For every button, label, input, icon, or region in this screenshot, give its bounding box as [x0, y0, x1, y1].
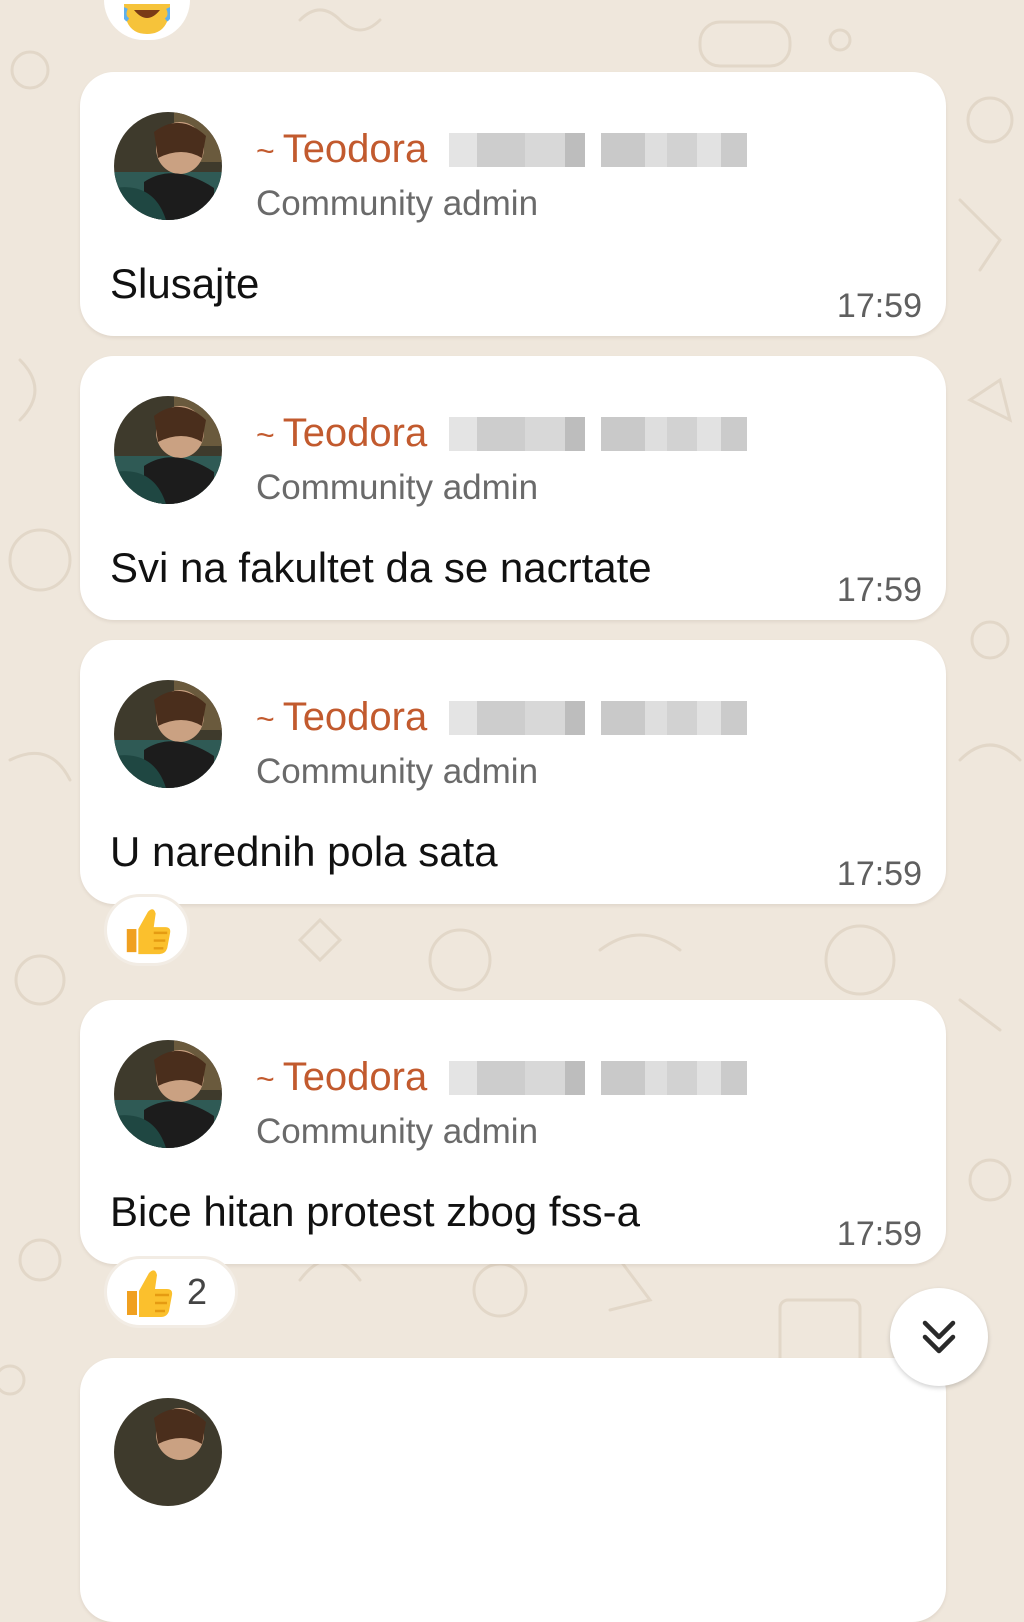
thumbs-up-icon: [126, 909, 171, 955]
message-text: Slusajte: [110, 260, 260, 307]
reaction-badge[interactable]: 2: [104, 1256, 238, 1328]
message-bubble[interactable]: ~ Teodora Community admin Bice hitan prot…: [80, 1000, 946, 1264]
sender-role: Community admin: [256, 752, 539, 791]
reaction-badge[interactable]: [104, 894, 190, 966]
redacted-phone-number: [449, 1061, 748, 1095]
message-time: 17:59: [836, 1215, 922, 1253]
sender-role: Community admin: [256, 1112, 539, 1151]
message-text: U narednih pola sata: [110, 828, 498, 875]
message-bubble[interactable]: [80, 1358, 946, 1622]
avatar[interactable]: [114, 396, 222, 504]
message-time: 17:59: [836, 287, 922, 325]
scroll-to-bottom-button[interactable]: [890, 1288, 988, 1386]
message-text: Bice hitan protest zbog fss-a: [110, 1188, 640, 1235]
redacted-phone-number: [449, 701, 748, 735]
double-chevron-down-icon: [922, 1320, 956, 1354]
message-text: Svi na fakultet da se nacrtate: [110, 544, 652, 591]
avatar[interactable]: [114, 112, 222, 220]
redacted-phone-number: [449, 133, 748, 167]
sender-tilde: ~: [256, 1061, 275, 1097]
thumbs-up-icon: [127, 1270, 173, 1317]
laughing-face-icon: [124, 4, 170, 34]
message-time: 17:59: [836, 855, 922, 893]
sender-name-text: Teodora: [282, 127, 428, 171]
sender-name-text: Teodora: [282, 1055, 428, 1099]
message-bubble[interactable]: ~ Teodora Community admin U narednih pola…: [80, 640, 946, 904]
sender-role: Community admin: [256, 468, 539, 507]
message-bubble[interactable]: ~ Teodora Community admin Slusajte 17:59: [80, 72, 946, 336]
sender-name[interactable]: ~ Teodora: [256, 693, 427, 743]
redacted-phone-number: [449, 417, 748, 451]
reaction-count: 2: [187, 1271, 208, 1312]
sender-name[interactable]: ~ Teodora: [256, 125, 427, 175]
sender-name[interactable]: ~ Teodora: [256, 1053, 427, 1103]
sender-name-text: Teodora: [282, 695, 428, 739]
message-bubble[interactable]: ~ Teodora Community admin Svi na fakultet…: [80, 356, 946, 620]
sender-name-text: Teodora: [282, 411, 428, 455]
message-time: 17:59: [836, 571, 922, 609]
sender-role: Community admin: [256, 184, 539, 223]
avatar[interactable]: [114, 1040, 222, 1148]
avatar[interactable]: [114, 1398, 222, 1506]
sender-tilde: ~: [256, 133, 275, 169]
sender-tilde: ~: [256, 417, 275, 453]
sender-tilde: ~: [256, 701, 275, 737]
avatar[interactable]: [114, 680, 222, 788]
sender-name[interactable]: ~ Teodora: [256, 409, 427, 459]
